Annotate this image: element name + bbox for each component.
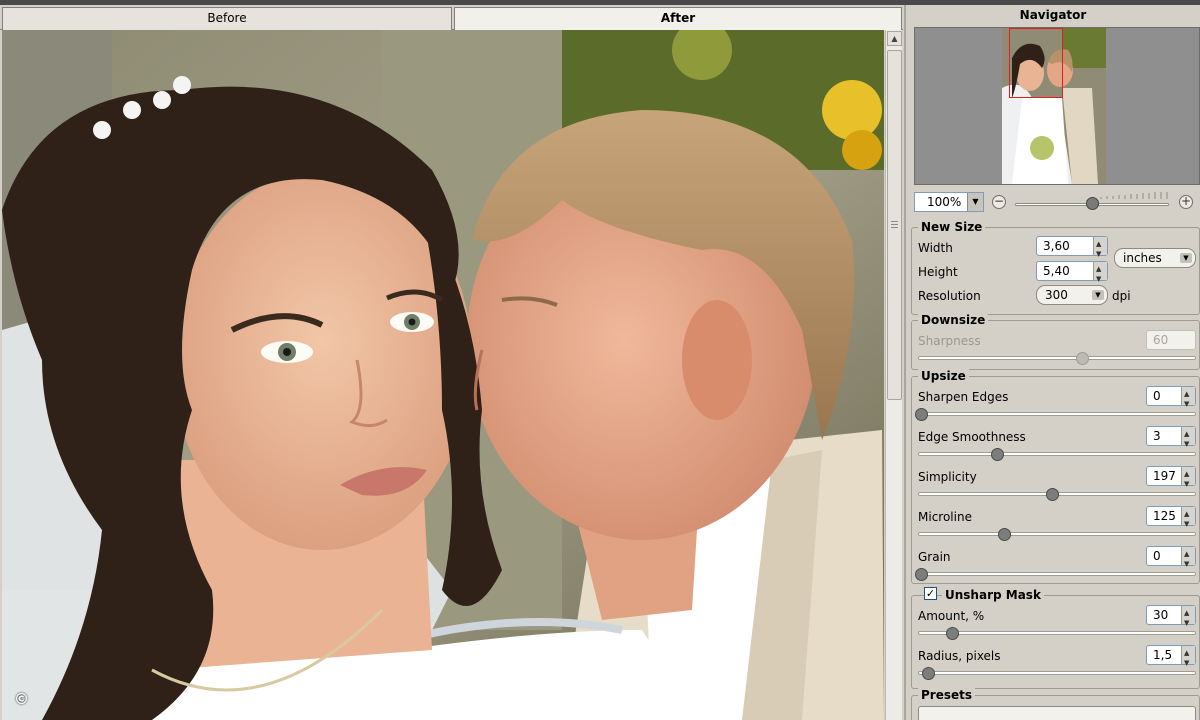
amount-value: 30 [1153,608,1169,622]
edge-smoothness-slider-knob[interactable] [991,448,1004,461]
edge-smoothness-slider-track[interactable] [918,452,1196,456]
microline-input[interactable]: 125 [1146,505,1196,533]
sharpness-value: 60 [1153,333,1169,347]
copyright-icon: © [14,690,29,708]
sharpen-edges-slider-knob[interactable] [915,408,928,421]
zoom-controls: 100% ▼ − + [914,192,1200,214]
height-value: 5,40 [1043,264,1070,278]
simplicity-slider-knob[interactable] [1046,488,1059,501]
sharpness-slider-track [918,356,1196,360]
view-tabs: Before After [0,5,903,31]
zoom-slider-knob[interactable] [1086,197,1099,210]
presets-select[interactable] [918,706,1196,720]
radius-label: Radius, pixels [918,649,1001,663]
microline-slider-track[interactable] [918,532,1196,536]
simplicity-input[interactable]: 197 [1146,465,1196,493]
radius-slider-track[interactable] [918,671,1196,675]
unsharp-mask-checkbox[interactable]: ✓ [924,587,937,600]
zoom-select[interactable]: 100% ▼ [914,192,984,212]
height-stepper-icon[interactable] [1093,260,1107,288]
radius-input[interactable]: 1,5 [1146,644,1196,672]
microline-value: 125 [1153,509,1176,523]
zoom-out-button[interactable]: − [992,195,1006,209]
height-label: Height [918,265,958,279]
width-stepper-icon[interactable] [1093,235,1107,263]
tab-before[interactable]: Before [2,7,452,30]
sharpness-slider-knob [1076,352,1089,365]
edge-smoothness-value: 3 [1153,429,1161,443]
grain-label: Grain [918,550,951,564]
width-input[interactable]: 3,60 [1036,235,1108,263]
unsharp-mask-group: ✓ Unsharp Mask Amount, % 30 Radius, pixe… [911,587,1200,689]
upsize-group: Upsize Sharpen Edges 0 Edge Smoothness 3… [911,369,1200,584]
edge-smoothness-input[interactable]: 3 [1146,425,1196,453]
width-label: Width [918,241,953,255]
unit-select[interactable]: inches ▼ [1114,248,1196,268]
wedding-photo [2,30,884,720]
new-size-group: New Size Width 3,60 Height 5,40 inches ▼… [911,220,1200,315]
grain-value: 0 [1153,549,1161,563]
new-size-title: New Size [918,220,986,234]
microline-label: Microline [918,510,972,524]
simplicity-value: 197 [1153,469,1176,483]
sharpness-label: Sharpness [918,334,981,348]
unit-value: inches [1123,251,1162,265]
amount-slider-knob[interactable] [946,627,959,640]
sharpen-edges-slider-track[interactable] [918,412,1196,416]
grain-slider-track[interactable] [918,572,1196,576]
microline-slider-knob[interactable] [998,528,1011,541]
zoom-slider-ticks [1100,192,1168,199]
chevron-down-icon[interactable]: ▼ [967,193,983,211]
microline-stepper-icon[interactable] [1181,505,1195,533]
zoom-in-button[interactable]: + [1179,195,1193,209]
amount-input[interactable]: 30 [1146,604,1196,632]
sharpen-edges-value: 0 [1153,389,1161,403]
navigator-title: Navigator [1019,8,1087,22]
resolution-label: Resolution [918,289,981,303]
amount-stepper-icon[interactable] [1181,604,1195,632]
chevron-down-icon[interactable]: ▼ [1180,253,1192,263]
sharpen-edges-label: Sharpen Edges [918,390,1009,404]
presets-group: Presets [911,688,1200,720]
resolution-unit: dpi [1112,289,1131,303]
sharpen-edges-stepper-icon[interactable] [1181,385,1195,413]
upsize-title: Upsize [918,369,969,383]
radius-stepper-icon[interactable] [1181,644,1195,672]
presets-title: Presets [918,688,976,702]
height-input[interactable]: 5,40 [1036,260,1108,288]
sharpness-input: 60 [1146,330,1196,350]
simplicity-label: Simplicity [918,470,977,484]
width-value: 3,60 [1043,239,1070,253]
tab-after[interactable]: After [454,7,902,31]
navigator-preview[interactable] [914,27,1200,185]
grain-slider-knob[interactable] [915,568,928,581]
scrollbar-thumb[interactable] [887,50,902,400]
edge-smoothness-label: Edge Smoothness [918,430,1026,444]
downsize-title: Downsize [918,313,989,327]
amount-slider-track[interactable] [918,631,1196,635]
settings-panel: Navigator 100% ▼ − + New Size Width 3,60… [904,5,1200,720]
grain-input[interactable]: 0 [1146,545,1196,573]
chevron-down-icon[interactable]: ▼ [1092,290,1104,300]
downsize-group: Downsize Sharpness 60 [911,313,1200,370]
unsharp-mask-title: Unsharp Mask [942,588,1044,602]
navigator-thumbnail[interactable] [1002,28,1106,184]
resolution-value: 300 [1045,288,1068,302]
vertical-scrollbar[interactable]: ▲ [885,30,902,720]
sharpen-edges-input[interactable]: 0 [1146,385,1196,413]
grain-stepper-icon[interactable] [1181,545,1195,573]
edge-smoothness-stepper-icon[interactable] [1181,425,1195,453]
scroll-up-arrow-icon[interactable]: ▲ [887,31,902,46]
zoom-value: 100% [927,195,962,209]
amount-label: Amount, % [918,609,985,623]
simplicity-stepper-icon[interactable] [1181,465,1195,493]
radius-value: 1,5 [1153,648,1173,662]
photo-viewport[interactable]: © [2,30,884,720]
resolution-select[interactable]: 300 ▼ [1036,285,1108,305]
navigator-view-rectangle[interactable] [1009,28,1063,98]
radius-slider-knob[interactable] [922,667,935,680]
